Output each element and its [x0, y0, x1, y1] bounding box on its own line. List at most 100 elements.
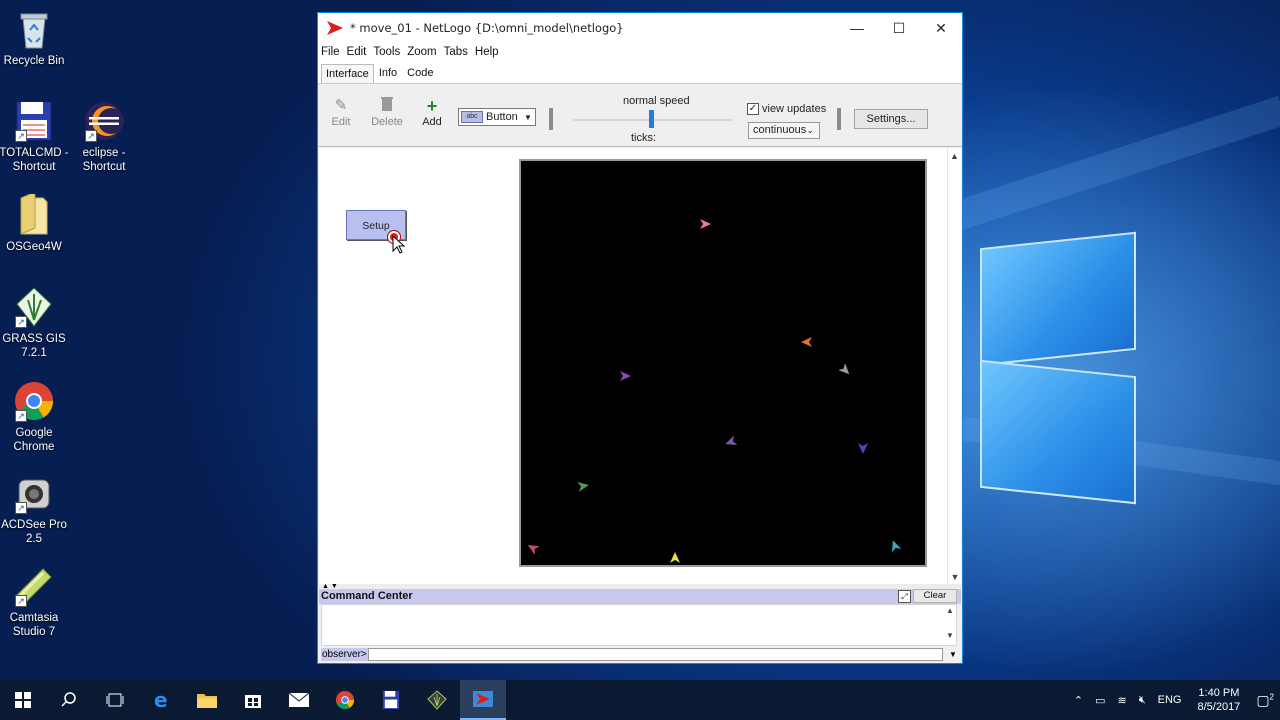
taskbar-mail[interactable]: [276, 680, 322, 720]
task-view-icon: [106, 693, 124, 707]
settings-button[interactable]: Settings...: [854, 109, 928, 129]
speed-slider-thumb[interactable]: [649, 110, 654, 128]
scroll-up-icon[interactable]: ▲: [944, 606, 956, 615]
clock[interactable]: 1:40 PM 8/5/2017: [1197, 686, 1240, 714]
expand-icon[interactable]: ⤢: [898, 590, 911, 603]
store-icon: [245, 695, 261, 708]
world-view[interactable]: [519, 159, 927, 567]
clock-time: 1:40 PM: [1198, 687, 1240, 699]
netlogo-window: * move_01 - NetLogo {D:\omni_model\netlo…: [317, 12, 963, 664]
close-button[interactable]: ✕: [920, 13, 962, 43]
tab-interface[interactable]: Interface: [321, 64, 374, 83]
turtle: [725, 435, 738, 447]
floppy-disk-icon: ↗: [13, 100, 55, 142]
history-dropdown-icon[interactable]: ▼: [945, 648, 961, 661]
volume-muted-icon[interactable]: 🔇︎: [1139, 694, 1146, 707]
desktop-icon-grass-gis[interactable]: ↗ GRASS GIS 7.2.1: [0, 286, 74, 360]
desktop-icon-osgeo4w[interactable]: OSGeo4W: [0, 191, 74, 254]
scroll-up-icon[interactable]: ▲: [948, 151, 961, 161]
notifications-icon[interactable]: ▢2: [1256, 692, 1274, 709]
shortcut-arrow-icon: ↗: [15, 502, 27, 514]
tab-code[interactable]: Code: [402, 63, 438, 83]
desktop-icon-label: GRASS GIS 7.2.1: [2, 333, 66, 359]
wifi-icon[interactable]: ≋: [1117, 694, 1126, 707]
toolbar-separator: [837, 108, 841, 130]
camtasia-icon: ↗: [13, 565, 55, 607]
shortcut-arrow-icon: ↗: [85, 130, 97, 142]
clock-date: 8/5/2017: [1197, 701, 1241, 713]
desktop-icon-camtasia[interactable]: ↗ Camtasia Studio 7: [0, 565, 74, 639]
desktop-icon-eclipse[interactable]: ↗ eclipse - Shortcut: [64, 100, 144, 174]
minimize-button[interactable]: —: [836, 13, 878, 43]
output-scrollbar[interactable]: ▲ ▼: [944, 605, 956, 645]
desktop-icon-label: OSGeo4W: [6, 241, 62, 253]
update-mode-value: continuous: [753, 124, 807, 136]
chevron-down-icon: ⌄: [806, 125, 814, 135]
add-button[interactable]: + Add: [412, 96, 452, 128]
desktop-icon-google-chrome[interactable]: ↗ Google Chrome: [0, 380, 74, 454]
toolbar-separator: [549, 108, 553, 130]
plus-icon: +: [426, 96, 438, 116]
command-output[interactable]: ▲ ▼: [321, 604, 957, 646]
taskbar-chrome[interactable]: [322, 680, 368, 720]
interface-canvas[interactable]: Setup ▲ ▼: [319, 148, 961, 584]
taskbar-netlogo[interactable]: [460, 680, 506, 720]
interface-scrollbar[interactable]: ▲ ▼: [947, 148, 961, 584]
delete-button[interactable]: Delete: [367, 96, 407, 128]
taskbar-file-explorer[interactable]: [184, 680, 230, 720]
desktop-icon-acdsee[interactable]: ↗ ACDSee Pro 2.5: [0, 472, 74, 546]
title-bar: * move_01 - NetLogo {D:\omni_model\netlo…: [318, 13, 962, 43]
chevron-up-icon[interactable]: ⌃: [1074, 694, 1083, 707]
grass-gis-icon: [427, 690, 447, 710]
mouse-cursor-icon: [392, 234, 406, 255]
desktop-icon-recycle-bin[interactable]: Recycle Bin: [0, 8, 74, 68]
turtle: [857, 441, 869, 454]
tab-info[interactable]: Info: [374, 63, 402, 83]
taskbar-store[interactable]: [230, 680, 276, 720]
chevron-down-icon: ▼: [524, 112, 532, 122]
trash-icon: [367, 96, 407, 116]
clear-button[interactable]: Clear: [913, 589, 957, 603]
widget-type-select[interactable]: abc Button ▼: [458, 108, 536, 126]
system-tray: ⌃ ▭ ≋ 🔇︎ ENG 1:40 PM 8/5/2017 ▢2: [1068, 680, 1280, 720]
turtle: [619, 369, 631, 381]
desktop-icon-totalcmd[interactable]: ↗ TOTALCMD - Shortcut: [0, 100, 74, 174]
start-button[interactable]: [0, 680, 46, 720]
command-input[interactable]: [367, 648, 943, 661]
menu-tabs[interactable]: Tabs: [444, 43, 468, 61]
command-center-title: Command Center: [321, 590, 413, 602]
scroll-down-icon[interactable]: ▼: [948, 572, 962, 582]
command-center: Command Center ⤢ Clear ▲ ▼ observer> ▼: [319, 589, 961, 663]
shortcut-arrow-icon: ↗: [15, 595, 27, 607]
desktop-icon-label: ACDSee Pro 2.5: [1, 519, 67, 545]
folder-icon: [197, 694, 217, 708]
command-input-row: observer> ▼: [319, 648, 961, 661]
search-button[interactable]: [46, 680, 92, 720]
agent-type-selector[interactable]: observer>: [321, 648, 368, 661]
menu-help[interactable]: Help: [475, 43, 499, 61]
battery-icon[interactable]: ▭: [1095, 694, 1105, 707]
netlogo-logo-icon: [326, 20, 344, 36]
netlogo-logo-icon: [473, 691, 493, 707]
menu-file[interactable]: File: [321, 43, 340, 61]
menu-zoom[interactable]: Zoom: [407, 43, 436, 61]
taskbar-grass-gis[interactable]: [414, 680, 460, 720]
menu-bar: File Edit Tools Zoom Tabs Help: [318, 43, 962, 61]
scroll-down-icon[interactable]: ▼: [944, 631, 956, 640]
task-view-button[interactable]: [92, 680, 138, 720]
taskbar-totalcmd[interactable]: [368, 680, 414, 720]
windows-logo: [960, 210, 1150, 510]
update-mode-select[interactable]: continuous ⌄: [748, 122, 820, 139]
menu-tools[interactable]: Tools: [373, 43, 400, 61]
recycle-bin-icon: [13, 8, 55, 50]
taskbar-edge[interactable]: e: [138, 680, 184, 720]
chrome-icon: ↗: [13, 380, 55, 422]
eclipse-icon: ↗: [83, 100, 125, 142]
menu-edit[interactable]: Edit: [347, 43, 367, 61]
command-center-header: Command Center ⤢ Clear: [319, 589, 961, 604]
language-indicator[interactable]: ENG: [1158, 694, 1182, 706]
maximize-button[interactable]: ☐: [878, 13, 920, 43]
shortcut-arrow-icon: ↗: [15, 316, 27, 328]
view-updates-checkbox[interactable]: ✓ view updates: [747, 103, 826, 115]
edit-button[interactable]: ✎ Edit: [321, 96, 361, 128]
